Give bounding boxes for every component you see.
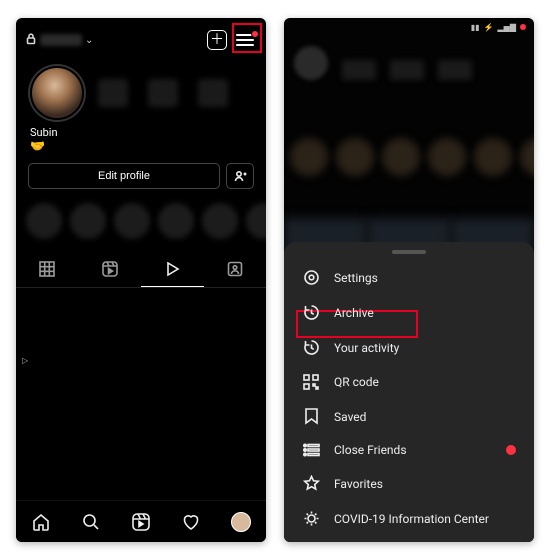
phone-menu-sheet: ▮▮⚡▂▅▇ Settings Archive Your a — [284, 18, 534, 542]
menu-label: Close Friends — [334, 443, 407, 457]
story-highlights — [16, 197, 266, 245]
settings-icon — [302, 269, 320, 286]
nav-profile[interactable] — [216, 501, 266, 542]
lock-icon — [26, 33, 36, 48]
status-bar: ▮▮⚡▂▅▇ — [284, 18, 534, 36]
content-grid: ▷ — [16, 288, 266, 488]
highlights-blur — [290, 138, 528, 186]
menu-your-activity[interactable]: Your activity — [284, 330, 534, 365]
menu-label: QR code — [334, 375, 379, 389]
menu-favorites[interactable]: Favorites — [284, 466, 534, 501]
nav-avatar-icon — [231, 512, 251, 532]
play-indicator-icon: ▷ — [22, 356, 28, 365]
menu-sheet: Settings Archive Your activity QR code S — [284, 242, 534, 542]
tab-reels[interactable] — [79, 251, 142, 287]
username-dropdown[interactable]: ⌄ — [40, 34, 93, 46]
hamburger-icon — [236, 34, 254, 46]
profile-tabs — [16, 251, 266, 288]
tab-video[interactable] — [141, 251, 204, 287]
display-name: Subin — [30, 126, 252, 139]
menu-label: Archive — [334, 306, 374, 320]
menu-archive[interactable]: Archive — [284, 295, 534, 330]
nav-search[interactable] — [66, 501, 116, 542]
menu-label: Settings — [334, 271, 378, 285]
tab-tagged[interactable] — [204, 251, 267, 287]
bio-emoji: 🤝 — [30, 139, 252, 153]
plus-icon: ＋ — [207, 30, 227, 50]
menu-covid[interactable]: COVID-19 Information Center — [284, 501, 534, 536]
discover-people-button[interactable] — [226, 163, 254, 189]
menu-settings[interactable]: Settings — [284, 260, 534, 295]
stats-row — [98, 79, 254, 107]
menu-label: Saved — [334, 410, 366, 424]
nav-reels[interactable] — [116, 501, 166, 542]
notification-dot — [251, 30, 259, 38]
following-count[interactable] — [198, 79, 228, 107]
qr-icon — [302, 374, 320, 390]
nav-home[interactable] — [16, 501, 66, 542]
top-bar: ⌄ ＋ — [16, 18, 266, 58]
menu-close-friends[interactable]: Close Friends — [284, 434, 534, 466]
highlight[interactable] — [246, 203, 266, 239]
chevron-down-icon: ⌄ — [85, 35, 93, 46]
star-icon — [302, 475, 320, 492]
tab-grid[interactable] — [16, 251, 79, 287]
create-button[interactable]: ＋ — [206, 29, 228, 51]
activity-icon — [302, 339, 320, 356]
highlight[interactable] — [70, 203, 106, 239]
highlight[interactable] — [158, 203, 194, 239]
archive-icon — [302, 304, 320, 321]
highlight[interactable] — [114, 203, 150, 239]
highlight[interactable] — [202, 203, 238, 239]
username-blurred — [40, 34, 82, 46]
saved-icon — [302, 408, 320, 425]
menu-label: Favorites — [334, 477, 383, 491]
notification-badge — [506, 445, 516, 455]
menu-saved[interactable]: Saved — [284, 399, 534, 434]
posts-count[interactable] — [98, 79, 128, 107]
covid-icon — [302, 510, 320, 527]
highlight[interactable] — [26, 203, 62, 239]
sheet-grabber[interactable] — [392, 250, 426, 254]
menu-qr-code[interactable]: QR code — [284, 365, 534, 399]
status-notification-dot — [520, 24, 526, 30]
avatar[interactable] — [28, 64, 86, 122]
profile-header — [16, 58, 266, 124]
menu-label: COVID-19 Information Center — [334, 512, 489, 526]
name-block: Subin 🤝 — [16, 124, 266, 159]
menu-button[interactable] — [234, 29, 256, 51]
menu-label: Your activity — [334, 341, 399, 355]
bottom-nav — [16, 500, 266, 542]
followers-count[interactable] — [148, 79, 178, 107]
nav-activity[interactable] — [166, 501, 216, 542]
edit-profile-button[interactable]: Edit profile — [28, 163, 220, 189]
profile-blur — [294, 46, 524, 94]
close-friends-icon — [302, 443, 320, 457]
phone-profile: ⌄ ＋ Subin 🤝 Edit profile — [16, 18, 266, 542]
